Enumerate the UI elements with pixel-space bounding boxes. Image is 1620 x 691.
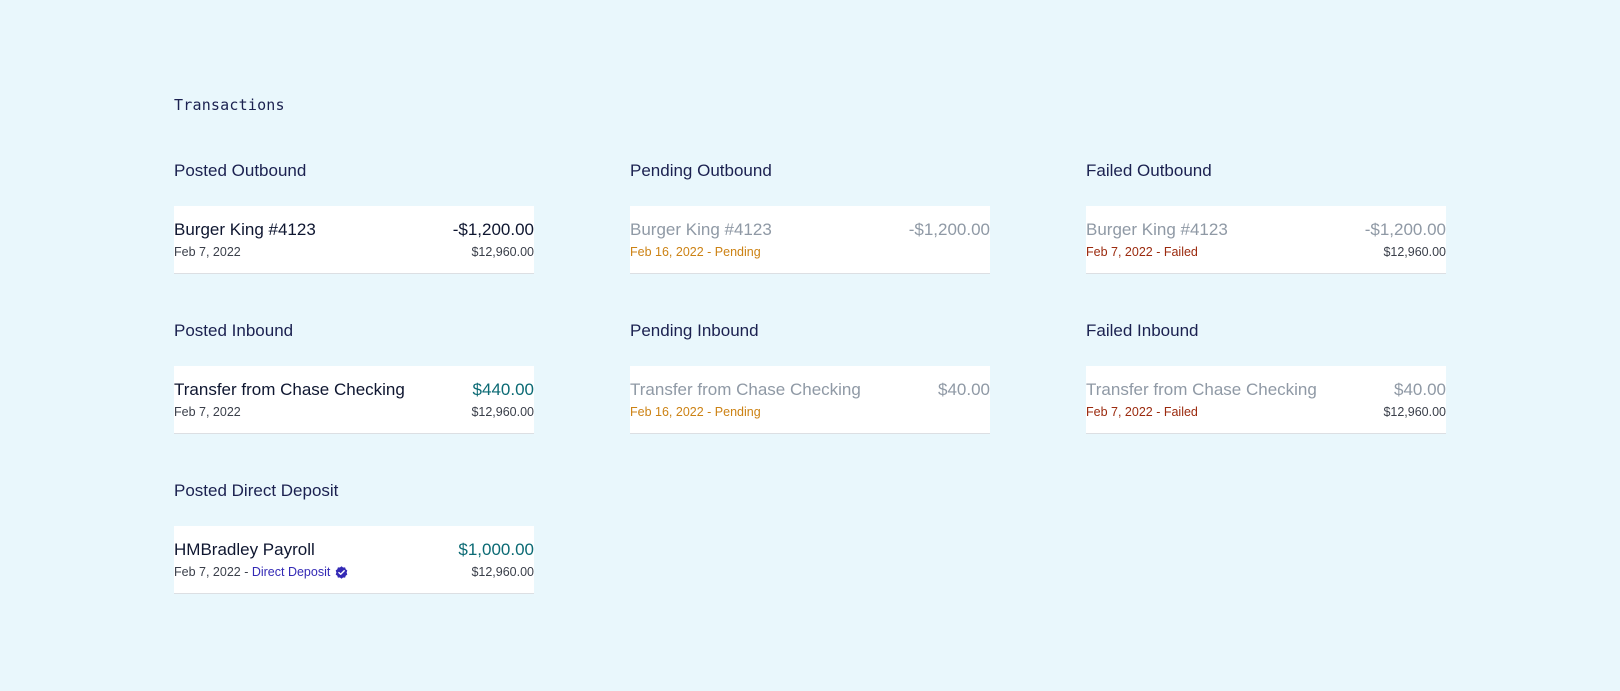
transaction-date: Feb 7, 2022 - Failed xyxy=(1086,405,1198,419)
transaction-amount: -$1,200.00 xyxy=(908,220,990,239)
section-title: Pending Outbound xyxy=(630,161,772,180)
transaction-card[interactable]: HMBradley Payroll $1,000.00 Feb 7, 2022 … xyxy=(174,526,534,594)
transaction-description: Burger King #4123 xyxy=(174,220,316,239)
transaction-description: Transfer from Chase Checking xyxy=(1086,380,1317,399)
transaction-amount: -$1,200.00 xyxy=(452,220,534,239)
running-balance: $12,960.00 xyxy=(471,405,534,419)
transaction-date: Feb 7, 2022 - Failed xyxy=(1086,245,1198,259)
transaction-card[interactable]: Transfer from Chase Checking $40.00 Feb … xyxy=(630,366,990,434)
transaction-description: Transfer from Chase Checking xyxy=(174,380,405,399)
transaction-card[interactable]: Burger King #4123 -$1,200.00 Feb 7, 2022… xyxy=(1086,206,1446,274)
transaction-amount: $40.00 xyxy=(938,380,990,399)
section-title: Failed Inbound xyxy=(1086,321,1199,340)
check-circle-icon xyxy=(335,565,348,579)
section-title: Posted Inbound xyxy=(174,321,294,340)
transaction-date: Feb 7, 2022 - xyxy=(174,565,252,579)
running-balance: $12,960.00 xyxy=(1383,405,1446,419)
direct-deposit-tag: Direct Deposit xyxy=(251,565,331,579)
section-failed-inbound: Failed Inbound Transfer from Chase Check… xyxy=(1086,320,1446,434)
transaction-description: Burger King #4123 xyxy=(630,220,772,239)
transaction-date: Feb 7, 2022 xyxy=(174,245,241,259)
transaction-description: Transfer from Chase Checking xyxy=(630,380,861,399)
transaction-amount: -$1,200.00 xyxy=(1364,220,1446,239)
transaction-amount: $40.00 xyxy=(1394,380,1446,399)
section-posted-inbound: Posted Inbound Transfer from Chase Check… xyxy=(174,320,534,434)
transaction-date-line: Feb 7, 2022 - Direct Deposit xyxy=(174,565,348,579)
page-title: Transactions xyxy=(174,96,285,114)
transaction-amount: $1,000.00 xyxy=(458,540,534,559)
transaction-card[interactable]: Burger King #4123 -$1,200.00 Feb 7, 2022… xyxy=(174,206,534,274)
transaction-description: Burger King #4123 xyxy=(1086,220,1228,239)
running-balance: $12,960.00 xyxy=(471,245,534,259)
section-title: Failed Outbound xyxy=(1086,161,1212,180)
transaction-date: Feb 16, 2022 - Pending xyxy=(630,245,761,259)
running-balance: $12,960.00 xyxy=(1383,245,1446,259)
transaction-card[interactable]: Transfer from Chase Checking $440.00 Feb… xyxy=(174,366,534,434)
transaction-description: HMBradley Payroll xyxy=(174,540,315,559)
running-balance: $12,960.00 xyxy=(471,565,534,579)
section-failed-outbound: Failed Outbound Burger King #4123 -$1,20… xyxy=(1086,160,1446,274)
section-pending-inbound: Pending Inbound Transfer from Chase Chec… xyxy=(630,320,990,434)
section-title: Pending Inbound xyxy=(630,321,759,340)
transaction-card[interactable]: Burger King #4123 -$1,200.00 Feb 16, 202… xyxy=(630,206,990,274)
section-title: Posted Direct Deposit xyxy=(174,481,339,500)
transaction-amount: $440.00 xyxy=(472,380,534,399)
section-posted-direct-deposit: Posted Direct Deposit HMBradley Payroll … xyxy=(174,480,534,594)
transaction-date: Feb 7, 2022 xyxy=(174,405,241,419)
section-posted-outbound: Posted Outbound Burger King #4123 -$1,20… xyxy=(174,160,534,274)
section-pending-outbound: Pending Outbound Burger King #4123 -$1,2… xyxy=(630,160,990,274)
transaction-date: Feb 16, 2022 - Pending xyxy=(630,405,761,419)
section-title: Posted Outbound xyxy=(174,161,307,180)
transaction-card[interactable]: Transfer from Chase Checking $40.00 Feb … xyxy=(1086,366,1446,434)
